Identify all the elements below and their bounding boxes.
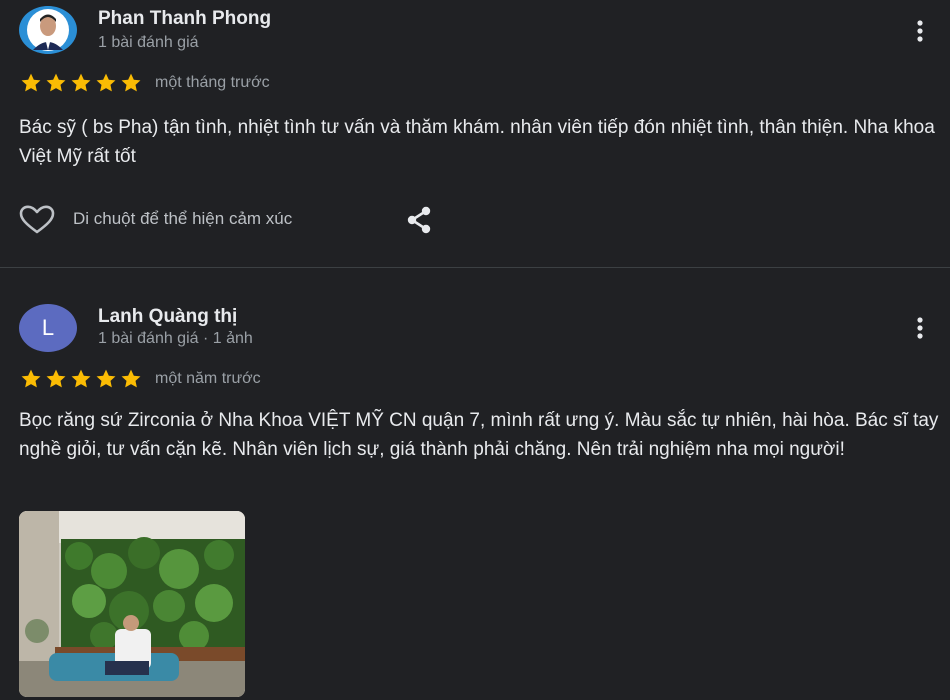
avatar[interactable]: L bbox=[19, 304, 77, 352]
star-icon bbox=[21, 73, 41, 92]
reviewer-name[interactable]: Lanh Quàng thị bbox=[98, 306, 237, 328]
star-icon bbox=[96, 369, 116, 388]
more-vert-icon[interactable] bbox=[912, 315, 928, 341]
review-text: Bác sỹ ( bs Pha) tận tình, nhiệt tình tư… bbox=[19, 117, 935, 167]
star-icon bbox=[46, 73, 66, 92]
share-icon[interactable] bbox=[404, 205, 434, 235]
star-rating bbox=[19, 72, 143, 94]
heart-outline-icon[interactable] bbox=[19, 205, 55, 235]
star-icon bbox=[71, 369, 91, 388]
star-icon bbox=[121, 73, 141, 92]
star-icon bbox=[71, 73, 91, 92]
avatar-photo bbox=[24, 6, 72, 54]
review-text: Bọc răng sứ Zirconia ở Nha Khoa VIỆT MỸ … bbox=[19, 410, 939, 460]
react-hint-label: Di chuột để thể hiện cảm xúc bbox=[73, 209, 293, 228]
star-icon bbox=[96, 73, 116, 92]
clinic-photo bbox=[19, 511, 245, 697]
avatar[interactable] bbox=[19, 6, 77, 54]
review-photo-thumbnail[interactable] bbox=[19, 511, 245, 697]
star-icon bbox=[46, 369, 66, 388]
reviewer-meta: 1 bài đánh giá · 1 ảnh bbox=[98, 330, 253, 347]
more-vert-icon[interactable] bbox=[912, 18, 928, 44]
star-icon bbox=[21, 369, 41, 388]
review-time: một tháng trước bbox=[155, 74, 270, 91]
avatar-letter: L bbox=[41, 315, 55, 340]
reviewer-meta: 1 bài đánh giá bbox=[98, 34, 199, 51]
star-icon bbox=[121, 369, 141, 388]
review-time: một năm trước bbox=[155, 370, 261, 387]
review-divider bbox=[0, 267, 950, 268]
reviewer-name[interactable]: Phan Thanh Phong bbox=[98, 8, 271, 30]
review-card-lanh-quang-thi: L Lanh Quàng thị 1 bài đánh giá · 1 ảnh … bbox=[0, 269, 950, 700]
review-card-phan-thanh-phong: Phan Thanh Phong 1 bài đánh giá một thán… bbox=[0, 0, 950, 268]
star-rating bbox=[19, 368, 143, 390]
